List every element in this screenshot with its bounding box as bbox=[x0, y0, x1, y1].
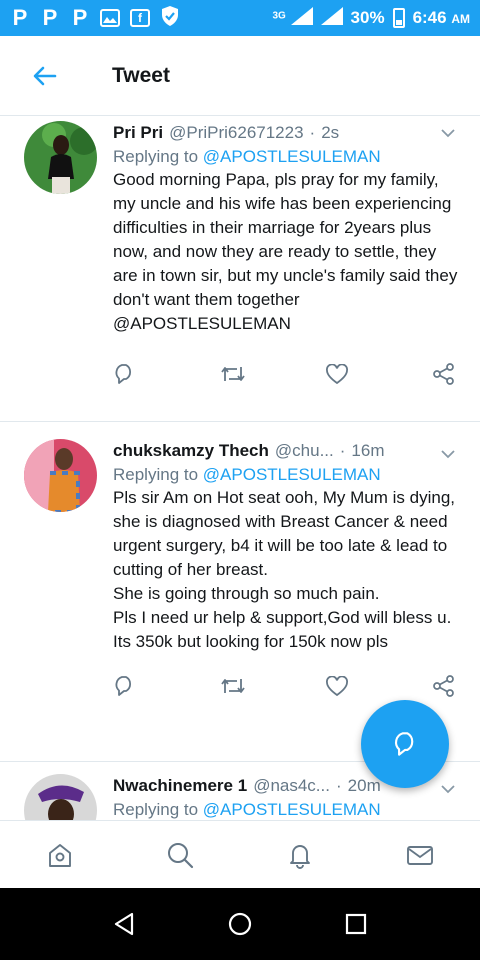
author-name[interactable]: Pri Pri bbox=[113, 123, 163, 143]
avatar[interactable] bbox=[24, 121, 97, 194]
search-icon bbox=[168, 842, 194, 868]
tab-search[interactable] bbox=[150, 825, 210, 885]
share-icon bbox=[433, 363, 454, 385]
tab-messages[interactable] bbox=[390, 825, 450, 885]
reply-button[interactable] bbox=[113, 675, 220, 697]
home-icon bbox=[49, 843, 71, 867]
tweet-text: Good morning Papa, pls pray for my famil… bbox=[113, 170, 458, 309]
battery-icon bbox=[392, 8, 405, 28]
author-handle[interactable]: @nas4c... bbox=[253, 776, 330, 796]
trailing-mention[interactable]: @APOSTLESULEMAN bbox=[113, 312, 460, 336]
recents-square-icon bbox=[345, 913, 367, 935]
system-recents-button[interactable] bbox=[341, 909, 371, 939]
app-p-icon: P bbox=[72, 5, 88, 30]
tweet-time: 20m bbox=[347, 776, 381, 795]
back-triangle-icon bbox=[114, 912, 134, 936]
like-button[interactable] bbox=[326, 676, 433, 696]
app-p-icon: P bbox=[12, 5, 28, 30]
avatar[interactable] bbox=[24, 439, 97, 512]
author-name[interactable]: Nwachinemere 1 bbox=[113, 776, 247, 796]
tweet-header: Pri Pri @PriPri62671223 · 2s bbox=[113, 121, 460, 145]
reply-mention[interactable]: @APOSTLESULEMAN bbox=[203, 800, 381, 819]
share-button[interactable] bbox=[433, 675, 455, 697]
tab-notifications[interactable] bbox=[270, 825, 330, 885]
replying-to: Replying to @APOSTLESULEMAN bbox=[113, 798, 460, 820]
retweet-icon bbox=[220, 679, 245, 693]
author-name[interactable]: chukskamzy Thech bbox=[113, 441, 269, 461]
status-bar: P P P f 3G 30% 6:46 AM bbox=[0, 0, 480, 36]
retweet-icon bbox=[220, 367, 245, 381]
app-p-icon: P bbox=[42, 5, 58, 30]
retweet-button[interactable] bbox=[220, 675, 327, 697]
replying-to: Replying to @APOSTLESULEMAN bbox=[113, 145, 460, 168]
share-button[interactable] bbox=[433, 363, 455, 385]
system-home-button[interactable] bbox=[225, 909, 255, 939]
clock-ampm: AM bbox=[451, 12, 470, 26]
system-navigation-bar bbox=[0, 888, 480, 960]
compose-reply-button[interactable] bbox=[361, 700, 449, 788]
battery-percent: 30% bbox=[350, 8, 385, 27]
reply-button[interactable] bbox=[113, 363, 220, 385]
tweet-time: 16m bbox=[351, 441, 385, 460]
chevron-down-icon[interactable] bbox=[440, 446, 456, 462]
replying-prefix: Replying to bbox=[113, 800, 203, 819]
bottom-tab-bar bbox=[0, 820, 480, 888]
notification-icons: P P P f bbox=[10, 5, 180, 32]
shield-check-icon bbox=[160, 5, 180, 32]
page-title: Tweet bbox=[112, 63, 170, 87]
network-type: 3G bbox=[272, 9, 286, 21]
separator-dot: · bbox=[309, 123, 316, 142]
tweet[interactable]: Pri Pri @PriPri62671223 · 2s Replying to… bbox=[0, 117, 480, 422]
like-icon bbox=[326, 676, 349, 696]
app-header: Tweet bbox=[0, 36, 480, 116]
tab-home[interactable] bbox=[30, 825, 90, 885]
separator-dot: · bbox=[335, 776, 342, 795]
reply-icon bbox=[115, 364, 132, 384]
tweet-header: chukskamzy Thech @chu... · 16m bbox=[113, 439, 460, 463]
retweet-button[interactable] bbox=[220, 363, 327, 385]
replying-to: Replying to @APOSTLESULEMAN bbox=[113, 463, 460, 486]
messages-icon bbox=[407, 845, 433, 865]
reply-mention[interactable]: @APOSTLESULEMAN bbox=[203, 147, 381, 166]
home-circle-icon bbox=[228, 912, 252, 936]
tweet-text: Pls sir Am on Hot seat ooh, My Mum is dy… bbox=[113, 488, 456, 651]
share-icon bbox=[433, 675, 454, 697]
author-handle[interactable]: @PriPri62671223 bbox=[169, 123, 303, 143]
signal-icon bbox=[320, 6, 343, 30]
author-handle[interactable]: @chu... bbox=[275, 441, 334, 461]
system-back-button[interactable] bbox=[109, 909, 139, 939]
chevron-down-icon[interactable] bbox=[440, 125, 456, 141]
replying-prefix: Replying to bbox=[113, 465, 203, 484]
compose-reply-icon bbox=[394, 732, 414, 756]
signal-3g-icon: 3G bbox=[272, 6, 313, 30]
avatar[interactable] bbox=[24, 774, 97, 820]
notifications-icon bbox=[290, 844, 310, 869]
replying-prefix: Replying to bbox=[113, 147, 203, 166]
reply-mention[interactable]: @APOSTLESULEMAN bbox=[203, 465, 381, 484]
reply-icon bbox=[115, 676, 132, 696]
chevron-down-icon[interactable] bbox=[440, 781, 456, 797]
facebook-icon: f bbox=[130, 9, 150, 27]
clock: 6:46 AM bbox=[413, 8, 470, 28]
tweet-time: 2s bbox=[321, 123, 340, 142]
like-button[interactable] bbox=[326, 364, 433, 384]
back-arrow-icon bbox=[33, 66, 57, 85]
like-icon bbox=[326, 364, 349, 384]
back-button[interactable] bbox=[0, 66, 90, 86]
separator-dot: · bbox=[339, 441, 346, 460]
clock-time: 6:46 bbox=[412, 8, 447, 27]
gallery-icon bbox=[100, 9, 120, 27]
tweet-actions bbox=[113, 350, 460, 398]
